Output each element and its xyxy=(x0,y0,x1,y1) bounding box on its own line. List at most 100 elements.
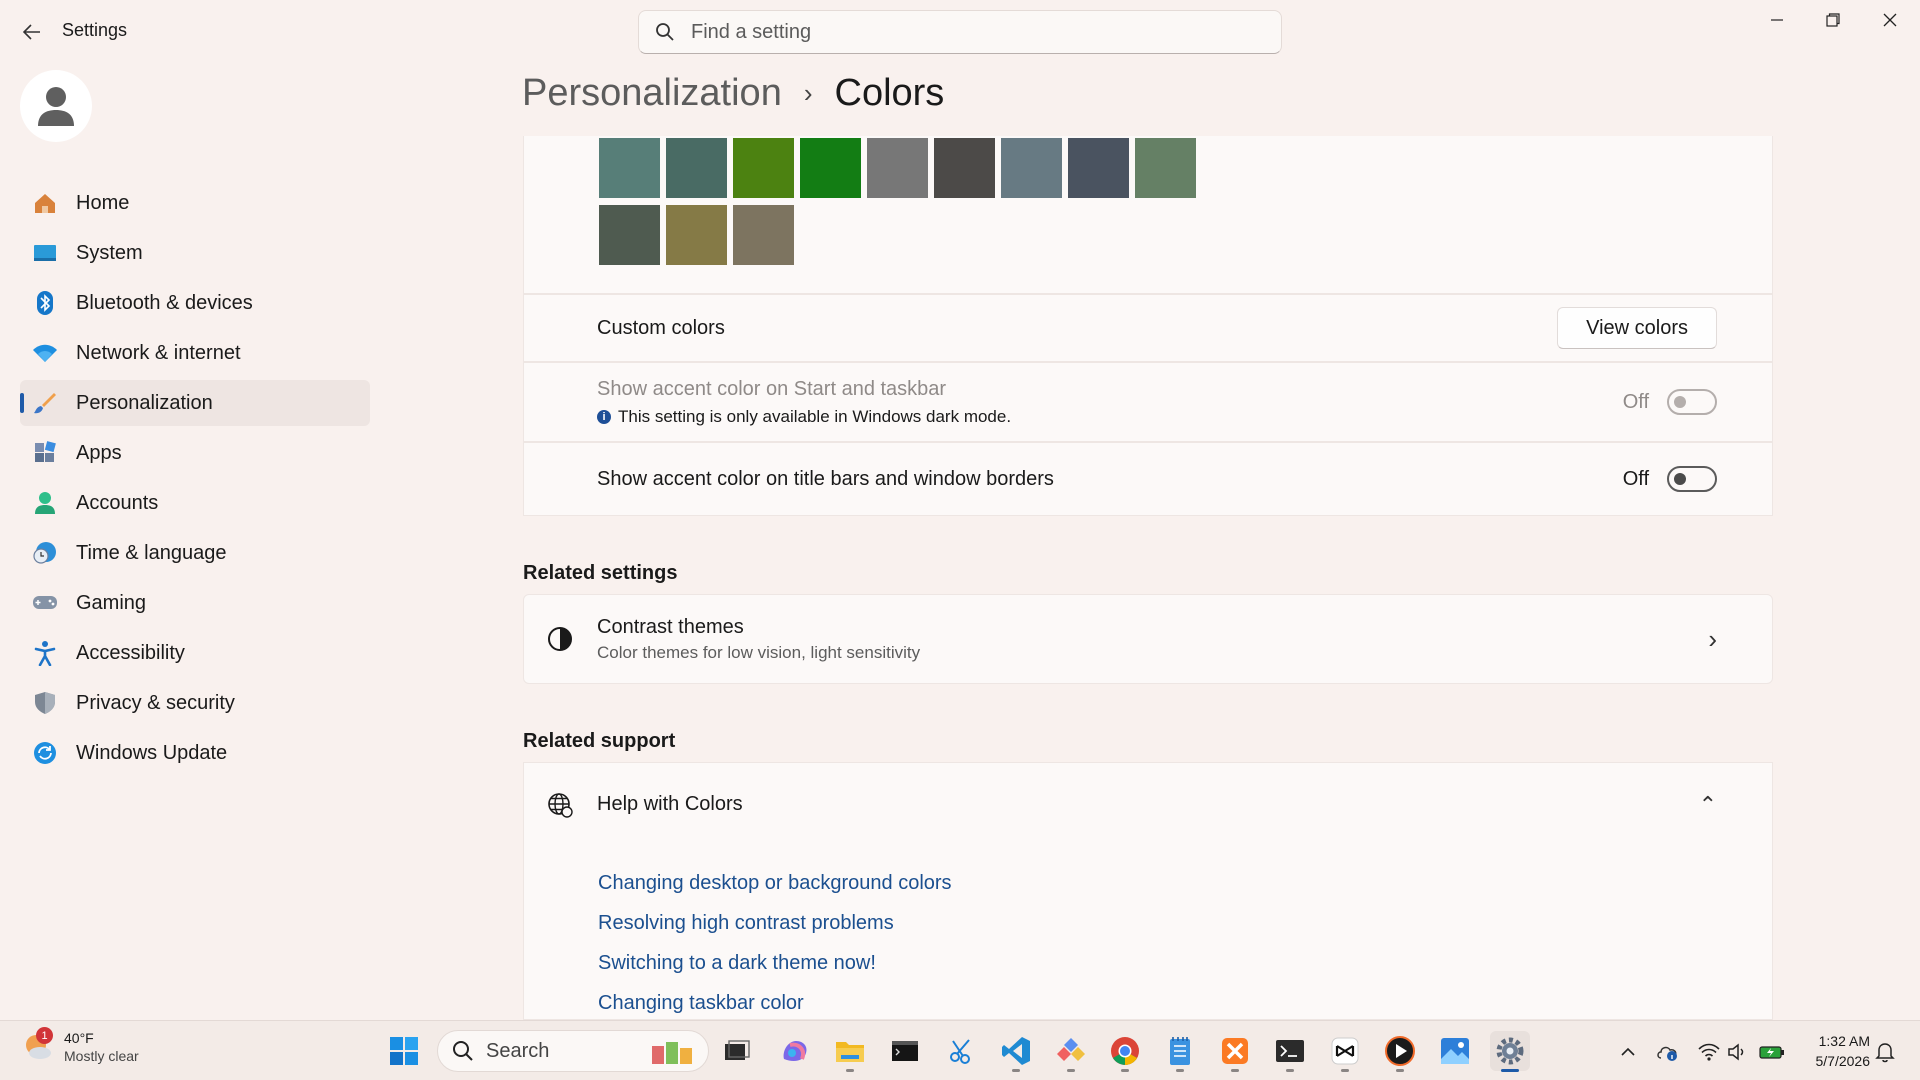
accent-color-swatch[interactable] xyxy=(666,138,727,198)
sidebar-item-windows-update[interactable]: Windows Update xyxy=(20,730,370,776)
info-icon: i xyxy=(597,409,611,424)
chevron-up-icon xyxy=(1621,1047,1635,1056)
notification-bell-icon xyxy=(1875,1043,1895,1063)
speaker-icon xyxy=(1728,1043,1744,1061)
help-link[interactable]: Switching to a dark theme now! xyxy=(598,952,876,975)
accent-color-swatch[interactable] xyxy=(1135,138,1196,198)
show-hidden-icons-button[interactable] xyxy=(1615,1039,1641,1065)
copilot-button[interactable] xyxy=(775,1031,815,1071)
back-button[interactable] xyxy=(14,14,50,50)
onedrive-button[interactable] xyxy=(1655,1039,1681,1065)
snipping-tool-button[interactable] xyxy=(941,1031,981,1071)
task-view-button[interactable] xyxy=(717,1031,757,1071)
sidebar-item-apps[interactable]: Apps xyxy=(20,430,370,476)
battery-button[interactable] xyxy=(1759,1039,1785,1065)
command-prompt-button[interactable] xyxy=(885,1031,925,1071)
gem-app-button[interactable] xyxy=(1051,1031,1091,1072)
accent-color-swatch[interactable] xyxy=(867,138,928,198)
notepad-button[interactable] xyxy=(1160,1031,1200,1072)
contrast-themes-link[interactable]: Contrast themes Color themes for low vis… xyxy=(523,594,1773,684)
accent-color-swatch[interactable] xyxy=(599,205,660,265)
wifi-icon xyxy=(32,340,58,366)
sidebar-item-bluetooth[interactable]: Bluetooth & devices xyxy=(20,280,370,326)
taskbar-search[interactable]: Search xyxy=(437,1030,709,1072)
capcut-button[interactable] xyxy=(1325,1031,1365,1072)
help-link[interactable]: Changing desktop or background colors xyxy=(598,872,952,895)
sidebar-item-system[interactable]: System xyxy=(20,230,370,276)
accent-start-toggle[interactable] xyxy=(1667,389,1717,415)
file-explorer-icon xyxy=(725,1040,750,1060)
capcut-icon xyxy=(1331,1037,1359,1065)
notifications-button[interactable] xyxy=(1872,1039,1898,1065)
sidebar-item-time-language[interactable]: Time & language xyxy=(20,530,370,576)
contrast-themes-subtitle: Color themes for low vision, light sensi… xyxy=(597,642,921,662)
sidebar-item-personalization[interactable]: Personalization xyxy=(20,380,370,426)
start-button[interactable] xyxy=(384,1031,424,1071)
taskbar-clock[interactable]: 1:32 AM 5/7/2026 xyxy=(1796,1031,1871,1071)
view-colors-button[interactable]: View colors xyxy=(1557,307,1717,349)
accent-color-swatches-card xyxy=(523,136,1773,294)
vscode-button[interactable] xyxy=(996,1031,1036,1072)
breadcrumb-parent-link[interactable]: Personalization xyxy=(522,72,782,115)
search-highlight-icon xyxy=(652,1042,692,1064)
command-prompt-icon xyxy=(892,1041,918,1061)
terminal-button[interactable] xyxy=(1270,1031,1310,1072)
shield-icon xyxy=(32,690,58,716)
contrast-themes-title: Contrast themes xyxy=(597,615,744,638)
weather-widget[interactable]: 1 40°F Mostly clear xyxy=(22,1027,139,1065)
sidebar-item-label: Privacy & security xyxy=(76,691,235,714)
sidebar-item-label: Bluetooth & devices xyxy=(76,291,253,314)
accent-start-taskbar-row: Show accent color on Start and taskbar i… xyxy=(523,362,1773,442)
minimize-icon xyxy=(1771,19,1783,21)
accent-color-swatch[interactable] xyxy=(599,138,660,198)
chrome-button[interactable] xyxy=(1105,1031,1145,1072)
sidebar-item-network[interactable]: Network & internet xyxy=(20,330,370,376)
globe-help-icon xyxy=(546,791,574,819)
accent-titlebars-toggle[interactable] xyxy=(1667,466,1717,492)
media-player-button[interactable] xyxy=(1380,1031,1420,1072)
chevron-up-icon: ⌃ xyxy=(1698,791,1717,817)
wifi-icon xyxy=(1698,1043,1720,1061)
photos-button[interactable] xyxy=(1435,1031,1475,1071)
title-bar: Settings xyxy=(0,0,1920,64)
user-avatar[interactable] xyxy=(20,70,92,142)
search-icon xyxy=(656,23,674,41)
help-link[interactable]: Resolving high contrast problems xyxy=(598,912,894,935)
volume-button[interactable] xyxy=(1724,1039,1750,1065)
accent-color-swatch[interactable] xyxy=(1001,138,1062,198)
sidebar-item-gaming[interactable]: Gaming xyxy=(20,580,370,626)
breadcrumb: Personalization › Colors xyxy=(522,72,944,115)
help-with-colors-title: Help with Colors xyxy=(597,793,743,815)
help-link[interactable]: Changing taskbar color xyxy=(598,992,804,1015)
accent-color-swatch[interactable] xyxy=(733,138,794,198)
dark-mode-note-text: This setting is only available in Window… xyxy=(618,406,1012,426)
file-explorer-button[interactable] xyxy=(830,1031,870,1072)
sidebar-item-accounts[interactable]: Accounts xyxy=(20,480,370,526)
sidebar-item-accessibility[interactable]: Accessibility xyxy=(20,630,370,676)
xampp-button[interactable] xyxy=(1215,1031,1255,1072)
accessibility-icon xyxy=(32,640,58,666)
accent-start-toggle-wrap: Off xyxy=(1623,389,1717,415)
network-button[interactable] xyxy=(1696,1039,1722,1065)
search-input[interactable] xyxy=(691,20,1251,44)
bluetooth-icon xyxy=(32,290,58,316)
accent-color-swatch[interactable] xyxy=(666,205,727,265)
help-with-colors-expander[interactable]: Help with Colors ⌃ xyxy=(523,762,1773,847)
sidebar-item-label: Accessibility xyxy=(76,641,185,664)
close-button[interactable] xyxy=(1862,0,1918,40)
restore-button[interactable] xyxy=(1805,0,1861,40)
taskbar: 1 40°F Mostly clear Search 1:32 AM 5/7/2… xyxy=(0,1020,1920,1080)
sidebar-item-privacy[interactable]: Privacy & security xyxy=(20,680,370,726)
search-box[interactable] xyxy=(638,10,1282,54)
minimize-button[interactable] xyxy=(1749,0,1805,40)
battery-charging-icon xyxy=(1759,1046,1784,1059)
toggle-knob xyxy=(1674,473,1686,485)
running-indicator xyxy=(1286,1069,1294,1072)
app-title: Settings xyxy=(62,20,128,40)
settings-button[interactable] xyxy=(1490,1031,1530,1072)
accent-color-swatch[interactable] xyxy=(800,138,861,198)
accent-color-swatch[interactable] xyxy=(733,205,794,265)
accent-color-swatch[interactable] xyxy=(934,138,995,198)
accent-color-swatch[interactable] xyxy=(1068,138,1129,198)
sidebar-item-home[interactable]: Home xyxy=(20,180,370,226)
